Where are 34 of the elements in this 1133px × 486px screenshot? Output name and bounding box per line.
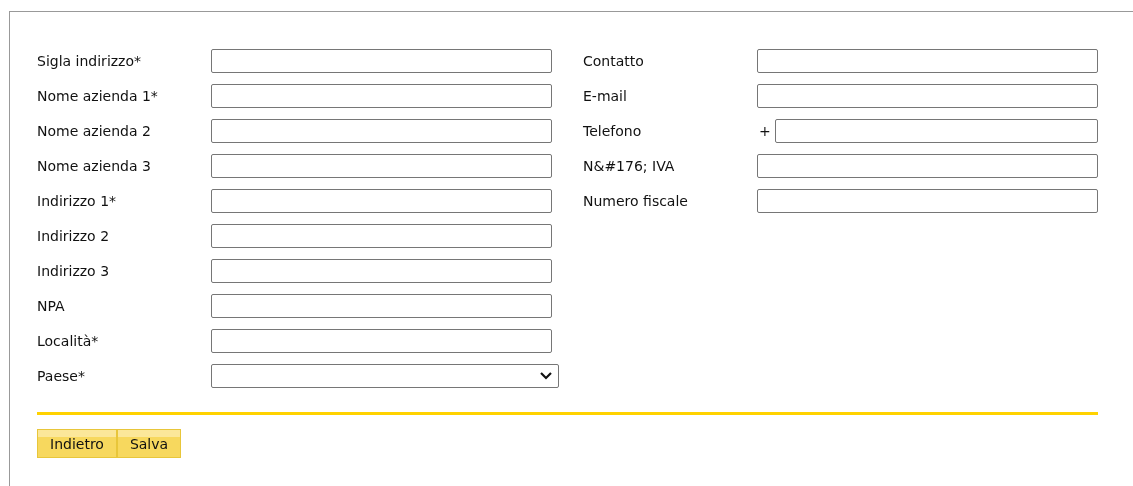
input-field[interactable] (211, 329, 552, 353)
field-label: Località* (37, 333, 100, 349)
field-label: Telefono (583, 123, 643, 139)
input-field[interactable] (211, 294, 552, 318)
field-label: Numero fiscale (583, 193, 689, 209)
field-label: Indirizzo 1* (37, 193, 118, 209)
field-label: Nome azienda 1* (37, 88, 159, 104)
field-label: Contatto (583, 53, 645, 69)
country-dropdown[interactable] (211, 364, 559, 388)
input-field[interactable] (211, 224, 552, 248)
field-label: Nome azienda 2 (37, 123, 152, 139)
field-label: E-mail (583, 88, 628, 104)
input-field[interactable] (757, 84, 1098, 108)
field-label: N&#176; IVA (583, 158, 676, 174)
input-field[interactable] (211, 84, 552, 108)
form-button[interactable]: Indietro (37, 429, 117, 458)
chevron-down-icon (540, 372, 552, 380)
input-field[interactable] (211, 49, 552, 73)
field-label: Indirizzo 3 (37, 263, 111, 279)
input-field[interactable] (211, 189, 552, 213)
field-label: Nome azienda 3 (37, 158, 152, 174)
input-field[interactable] (211, 119, 552, 143)
input-field[interactable] (757, 49, 1098, 73)
field-label: Paese* (37, 368, 86, 384)
input-field[interactable] (757, 154, 1098, 178)
form-button[interactable]: Salva (116, 429, 182, 458)
field-label: NPA (37, 298, 66, 314)
input-field[interactable] (775, 119, 1098, 143)
input-field[interactable] (757, 189, 1098, 213)
input-field[interactable] (211, 154, 552, 178)
field-label: Indirizzo 2 (37, 228, 111, 244)
input-field[interactable] (211, 259, 552, 283)
prefix-label: + (758, 123, 772, 139)
field-label: Sigla indirizzo* (37, 53, 143, 69)
